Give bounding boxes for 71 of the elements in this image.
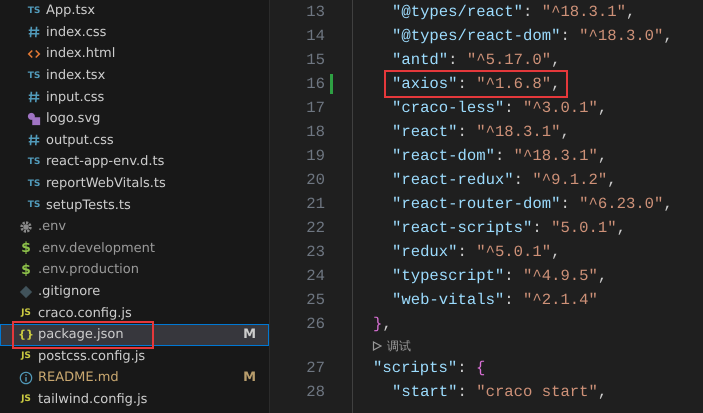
dollar-icon: $ xyxy=(18,262,34,277)
javascript-file-icon: JS xyxy=(18,392,34,406)
typescript-file-icon: TS xyxy=(26,154,42,169)
line-number: 27 xyxy=(305,359,325,377)
gear-icon xyxy=(18,220,34,234)
code-text: "web-vitals": "^2.1.4" xyxy=(391,290,599,311)
typescript-file-icon: TS xyxy=(26,68,42,83)
code-text: }, xyxy=(372,314,393,335)
line-number: 22 xyxy=(305,219,325,237)
code-text: "react-redux": "^9.1.2", xyxy=(391,170,618,191)
code-text: "craco-less": "^3.0.1", xyxy=(391,98,608,119)
typescript-file-icon: TS xyxy=(26,198,42,212)
file-item[interactable]: .env xyxy=(0,216,269,238)
code-text: "react-dom": "^18.3.1", xyxy=(391,146,608,167)
javascript-file-icon: JS xyxy=(18,306,34,320)
file-item[interactable]: TS setupTests.ts xyxy=(0,194,269,216)
file-item[interactable]: .gitignore xyxy=(0,280,269,302)
file-item[interactable]: $ .env.development xyxy=(0,238,269,260)
line-number: 24 xyxy=(305,267,325,285)
file-item[interactable]: TS reportWebVitals.ts xyxy=(0,172,269,194)
diamond-icon xyxy=(18,284,34,299)
code-text: "react-scripts": "5.0.1", xyxy=(391,218,627,239)
code-text: "axios": "^1.6.8", xyxy=(384,70,568,98)
line-number: 16 xyxy=(305,75,325,93)
code-text: "antd": "^5.17.0", xyxy=(391,50,562,71)
line-number: 19 xyxy=(305,147,325,165)
file-item[interactable]: JS tailwind.config.js xyxy=(0,388,269,410)
hash-icon xyxy=(26,133,42,148)
file-item[interactable]: JS postcss.config.js xyxy=(0,346,269,368)
file-item[interactable]: TS react-app-env.d.ts xyxy=(0,151,269,173)
line-number: 28 xyxy=(305,383,325,401)
file-item[interactable]: index.css xyxy=(0,22,269,44)
typescript-file-icon: TS xyxy=(26,176,42,191)
file-item[interactable]: README.md M xyxy=(0,367,269,389)
hash-icon xyxy=(26,25,42,40)
file-item[interactable]: input.css xyxy=(0,86,269,108)
code-text: "typescript": "^4.9.5", xyxy=(391,266,608,287)
line-number: 20 xyxy=(305,171,325,189)
line-number: 13 xyxy=(305,3,325,21)
dollar-icon: $ xyxy=(18,241,34,256)
line-number: 25 xyxy=(305,291,325,309)
info-icon xyxy=(18,370,34,385)
javascript-file-icon: JS xyxy=(18,349,34,364)
code-text: "redux": "^5.0.1", xyxy=(391,242,562,263)
file-item[interactable]: index.html xyxy=(0,43,269,65)
line-number: 17 xyxy=(305,99,325,117)
curly-braces-icon: {} xyxy=(18,328,34,342)
file-item[interactable]: output.css xyxy=(0,130,269,152)
line-number: 15 xyxy=(305,51,325,69)
file-item[interactable]: logo.svg xyxy=(0,108,269,130)
line-number: 26 xyxy=(305,315,325,333)
file-item[interactable]: $ .env.production xyxy=(0,259,269,281)
code-text: "react-router-dom": "^6.23.0", xyxy=(391,194,674,215)
code-text: "@types/react": "^18.3.1", xyxy=(391,2,636,23)
typescript-file-icon: TS xyxy=(26,4,42,18)
file-item[interactable]: TS App.tsx xyxy=(0,0,269,22)
file-item[interactable]: TS index.tsx xyxy=(0,64,269,86)
line-number: 14 xyxy=(305,27,325,45)
line-number: 23 xyxy=(305,243,325,261)
run-triangle-icon xyxy=(372,341,382,351)
debug-link[interactable]: 调试 xyxy=(387,338,411,354)
image-file-icon xyxy=(26,112,42,126)
file-item[interactable]: {} package.json M xyxy=(0,324,269,346)
line-number: 18 xyxy=(305,123,325,141)
line-number: 21 xyxy=(305,195,325,213)
code-text: "react": "^18.3.1", xyxy=(391,122,571,143)
code-text: "scripts": { xyxy=(372,358,486,379)
file-item[interactable]: JS craco.config.js xyxy=(0,302,269,324)
code-text: "start": "craco start", xyxy=(391,382,608,403)
hash-icon xyxy=(26,90,42,104)
code-text: "@types/react-dom": "^18.3.0", xyxy=(391,26,674,47)
